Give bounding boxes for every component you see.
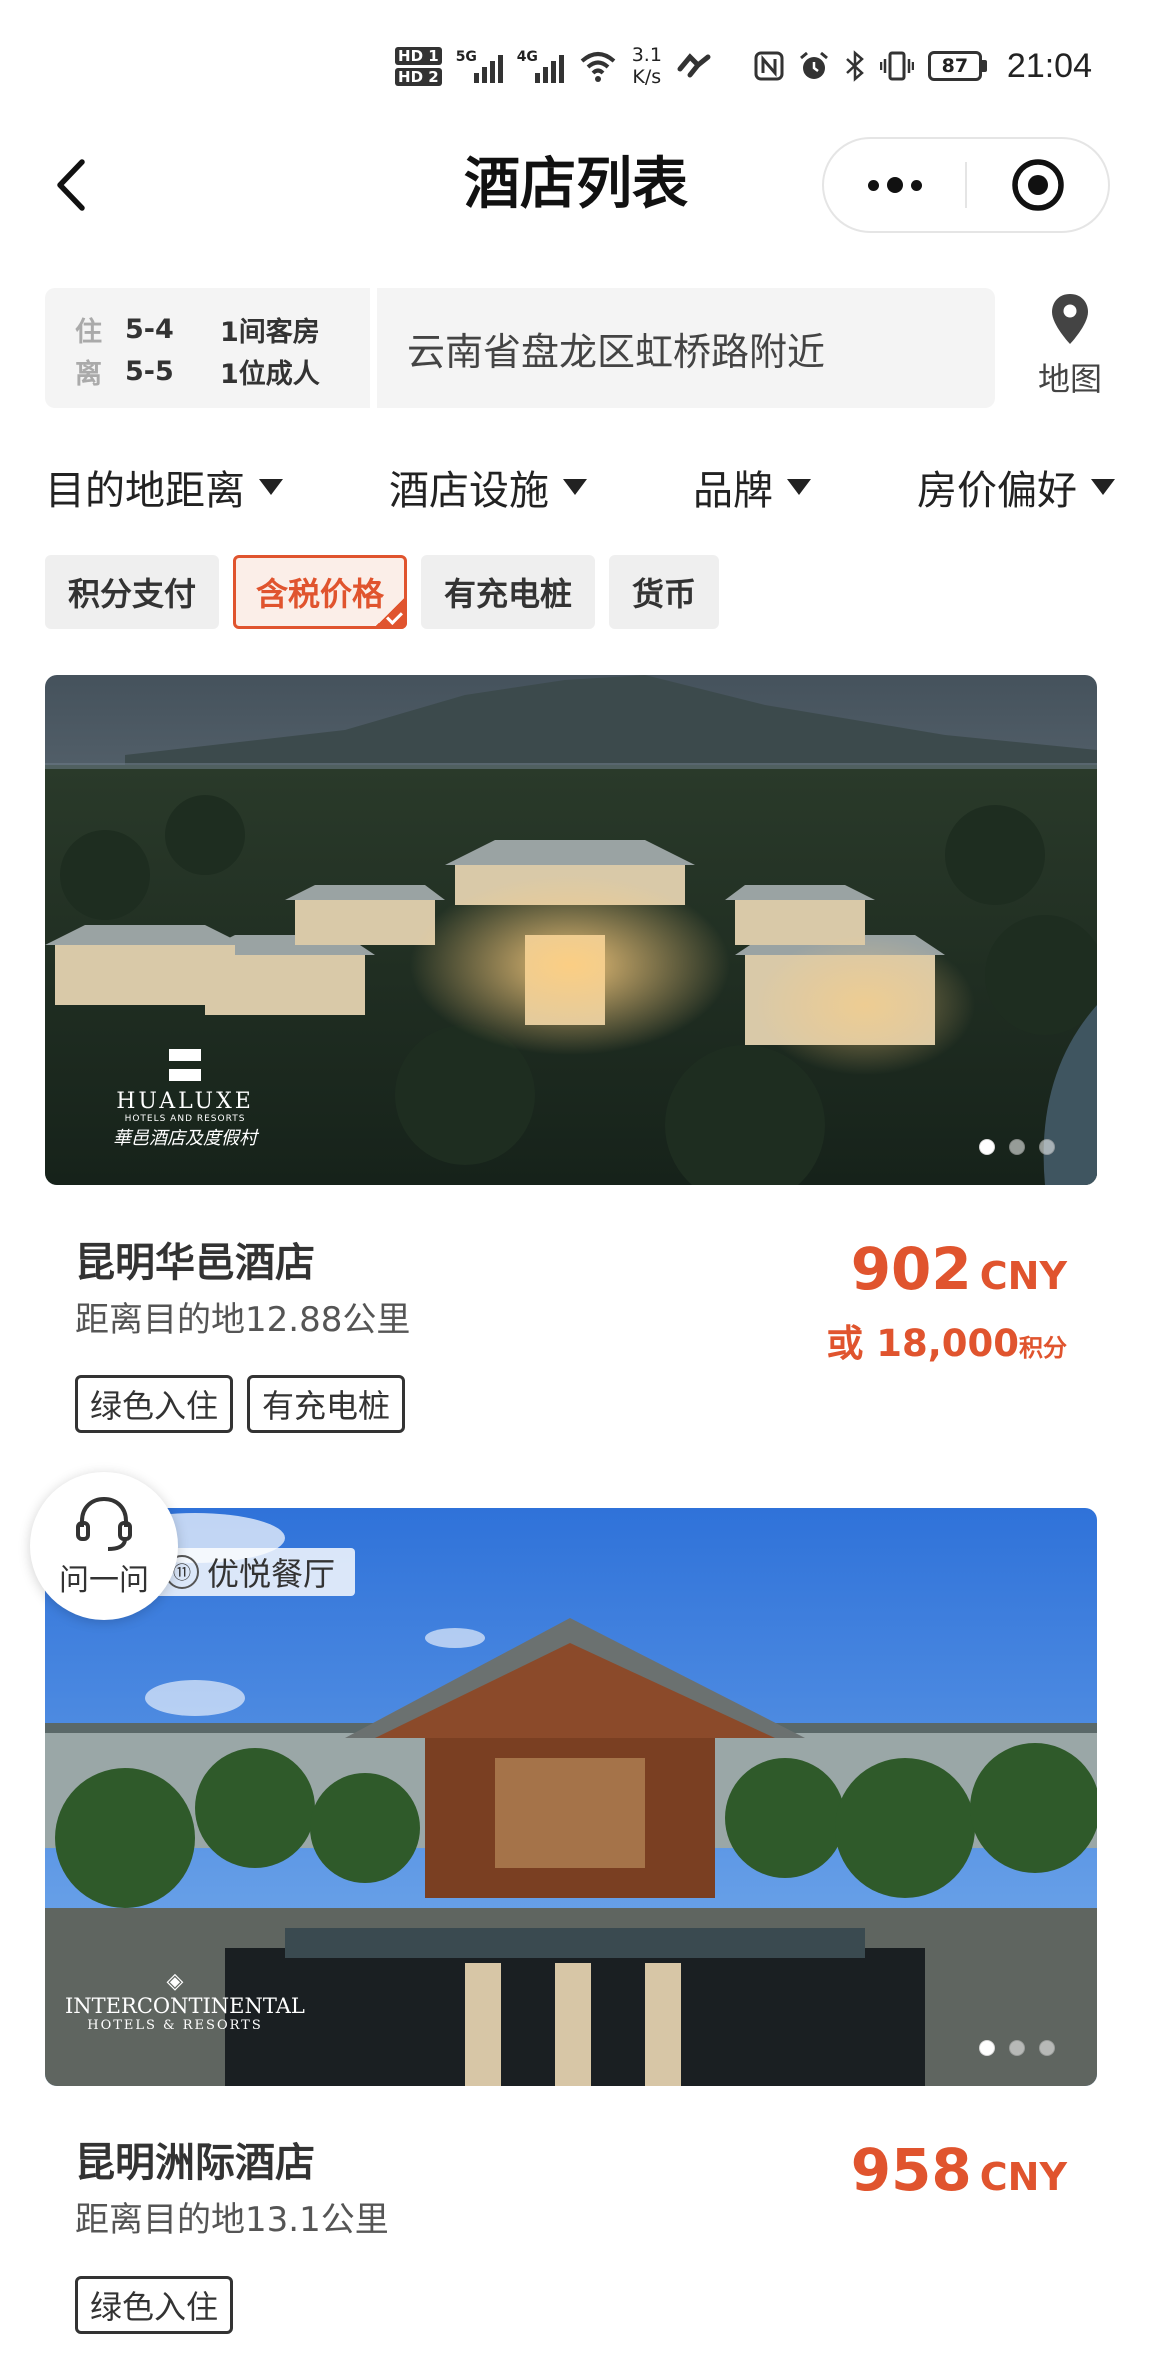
- chip-currency[interactable]: 货币: [609, 555, 720, 629]
- check-corner-icon: [373, 595, 408, 629]
- checkout-date: 5-5: [125, 355, 174, 387]
- chip-ev-charging[interactable]: 有充电桩: [421, 555, 596, 629]
- filter-facilities[interactable]: 酒店设施: [389, 452, 587, 522]
- price-currency: CNY: [979, 2155, 1067, 2199]
- filter-price-label: 房价偏好: [917, 468, 1077, 514]
- ask-help-label: 问一问: [59, 1563, 149, 1598]
- search-bar: 住 5-4 1间客房 离 5-5 1位成人 云南省盘龙区虹桥路附近 地图: [45, 288, 1115, 408]
- mini-program-capsule: [822, 137, 1110, 233]
- more-dots-icon: [867, 177, 922, 193]
- nav-bar: 酒店列表: [0, 130, 1152, 240]
- hotel-distance: 距离目的地12.88公里: [75, 1300, 411, 1340]
- signal-4g-icon: 4G: [517, 49, 564, 83]
- hotel-distance: 距离目的地13.1公里: [75, 2200, 389, 2240]
- map-button[interactable]: 地图: [1025, 288, 1115, 408]
- bluetooth-icon: [846, 50, 864, 82]
- filter-brand-label: 品牌: [693, 468, 773, 514]
- vibrate-icon: [879, 51, 914, 81]
- checkin-date: 5-4: [125, 313, 174, 345]
- status-bar: HD 1 HD 2 5G 4G 3.1 K/s 87 21:04: [0, 0, 1152, 120]
- hotel-name: 昆明华邑酒店: [75, 1240, 315, 1286]
- points-value: 18,000: [876, 1322, 1019, 1365]
- dining-badge-label: 优悦餐厅: [207, 1555, 336, 1593]
- hotel-tags: 绿色入住: [75, 2276, 234, 2334]
- price-value: 958: [850, 2136, 972, 2204]
- hd2-label: HD 2: [395, 67, 442, 86]
- hotel-price: 958 CNY: [851, 2136, 1067, 2204]
- ask-help-button[interactable]: 问一问: [30, 1472, 178, 1620]
- room-count: 1间客房: [220, 316, 320, 348]
- chip-tax-inclusive[interactable]: 含税价格: [233, 555, 408, 629]
- filter-facilities-label: 酒店设施: [389, 468, 549, 514]
- carousel-dots: [979, 2040, 1055, 2056]
- checkin-label: 住: [75, 316, 102, 348]
- signal-5g-label: 5G: [455, 49, 477, 65]
- more-button[interactable]: [824, 139, 965, 231]
- hotel-card-hualuxe[interactable]: 〓 HUALUXE HOTELS AND RESORTS 華邑酒店及度假村 昆明…: [45, 675, 1097, 1455]
- nfc-icon: [754, 51, 784, 81]
- map-label: 地图: [1037, 360, 1102, 398]
- intercontinental-logo: ◈ INTERCONTINENTAL HOTELS & RESORTS: [65, 1969, 305, 2034]
- points-prefix: 或: [826, 1322, 864, 1365]
- wifi-icon: [580, 52, 616, 82]
- hd-indicator: HD 1 HD 2: [395, 46, 442, 86]
- signal-5g-icon: 5G: [456, 49, 503, 83]
- battery-level: 87: [927, 51, 982, 81]
- price-currency: CNY: [979, 1254, 1067, 1298]
- alarm-icon: [799, 51, 828, 79]
- close-button[interactable]: [967, 139, 1108, 231]
- quick-filter-chips: 积分支付 含税价格 有充电桩 货币: [45, 555, 720, 629]
- price-value: 902: [850, 1235, 972, 1303]
- caret-down-icon: [787, 479, 811, 495]
- caret-down-icon: [563, 479, 587, 495]
- location-input[interactable]: 云南省盘龙区虹桥路附近: [377, 288, 995, 408]
- hotel-photo[interactable]: 〓 HUALUXE HOTELS AND RESORTS 華邑酒店及度假村: [45, 675, 1097, 1185]
- hualuxe-logo: 〓 HUALUXE HOTELS AND RESORTS 華邑酒店及度假村: [113, 1044, 257, 1149]
- tag-green-checkin: 绿色入住: [75, 1375, 234, 1433]
- carousel-dots: [979, 1139, 1055, 1155]
- hotel-tags: 绿色入住 有充电桩: [75, 1375, 406, 1433]
- hotel-card-intercontinental[interactable]: ⑪ 优悦餐厅 ◈ INTERCONTINENTAL HOTELS & RESOR…: [45, 1508, 1097, 2368]
- tag-green-checkin: 绿色入住: [75, 2276, 234, 2334]
- points-unit: 积分: [1019, 1334, 1067, 1362]
- tag-ev-charging: 有充电桩: [247, 1375, 406, 1433]
- target-close-icon: [1011, 159, 1064, 211]
- signal-4g-label: 4G: [516, 49, 538, 65]
- date-selector[interactable]: 住 5-4 1间客房 离 5-5 1位成人: [45, 288, 370, 408]
- caret-down-icon: [1091, 479, 1115, 495]
- hotel-name: 昆明洲际酒店: [75, 2140, 315, 2186]
- filter-distance[interactable]: 目的地距离: [45, 452, 283, 522]
- hotel-price: 902 CNY: [851, 1235, 1067, 1303]
- guest-count: 1位成人: [220, 358, 320, 390]
- map-pin-icon: [1052, 294, 1088, 344]
- hotel-photo[interactable]: ⑪ 优悦餐厅 ◈ INTERCONTINENTAL HOTELS & RESOR…: [45, 1508, 1097, 2086]
- hd1-label: HD 1: [395, 46, 442, 65]
- net-speed: 3.1 K/s: [631, 44, 662, 88]
- headset-icon: [76, 1496, 132, 1551]
- clock: 21:04: [1006, 46, 1092, 85]
- filter-distance-label: 目的地距离: [45, 468, 245, 514]
- link-icon: [677, 53, 711, 78]
- chip-tax-inclusive-label: 含税价格: [256, 575, 385, 613]
- caret-down-icon: [259, 479, 283, 495]
- chip-points-payment[interactable]: 积分支付: [45, 555, 220, 629]
- filter-price-preference[interactable]: 房价偏好: [917, 452, 1115, 522]
- filter-brand[interactable]: 品牌: [693, 452, 811, 522]
- checkout-label: 离: [75, 358, 102, 390]
- battery-icon: 87: [927, 51, 987, 81]
- hotel-points-price: 或 18,000积分: [826, 1313, 1067, 1367]
- filter-bar: 目的地距离 酒店设施 品牌 房价偏好: [45, 452, 1115, 522]
